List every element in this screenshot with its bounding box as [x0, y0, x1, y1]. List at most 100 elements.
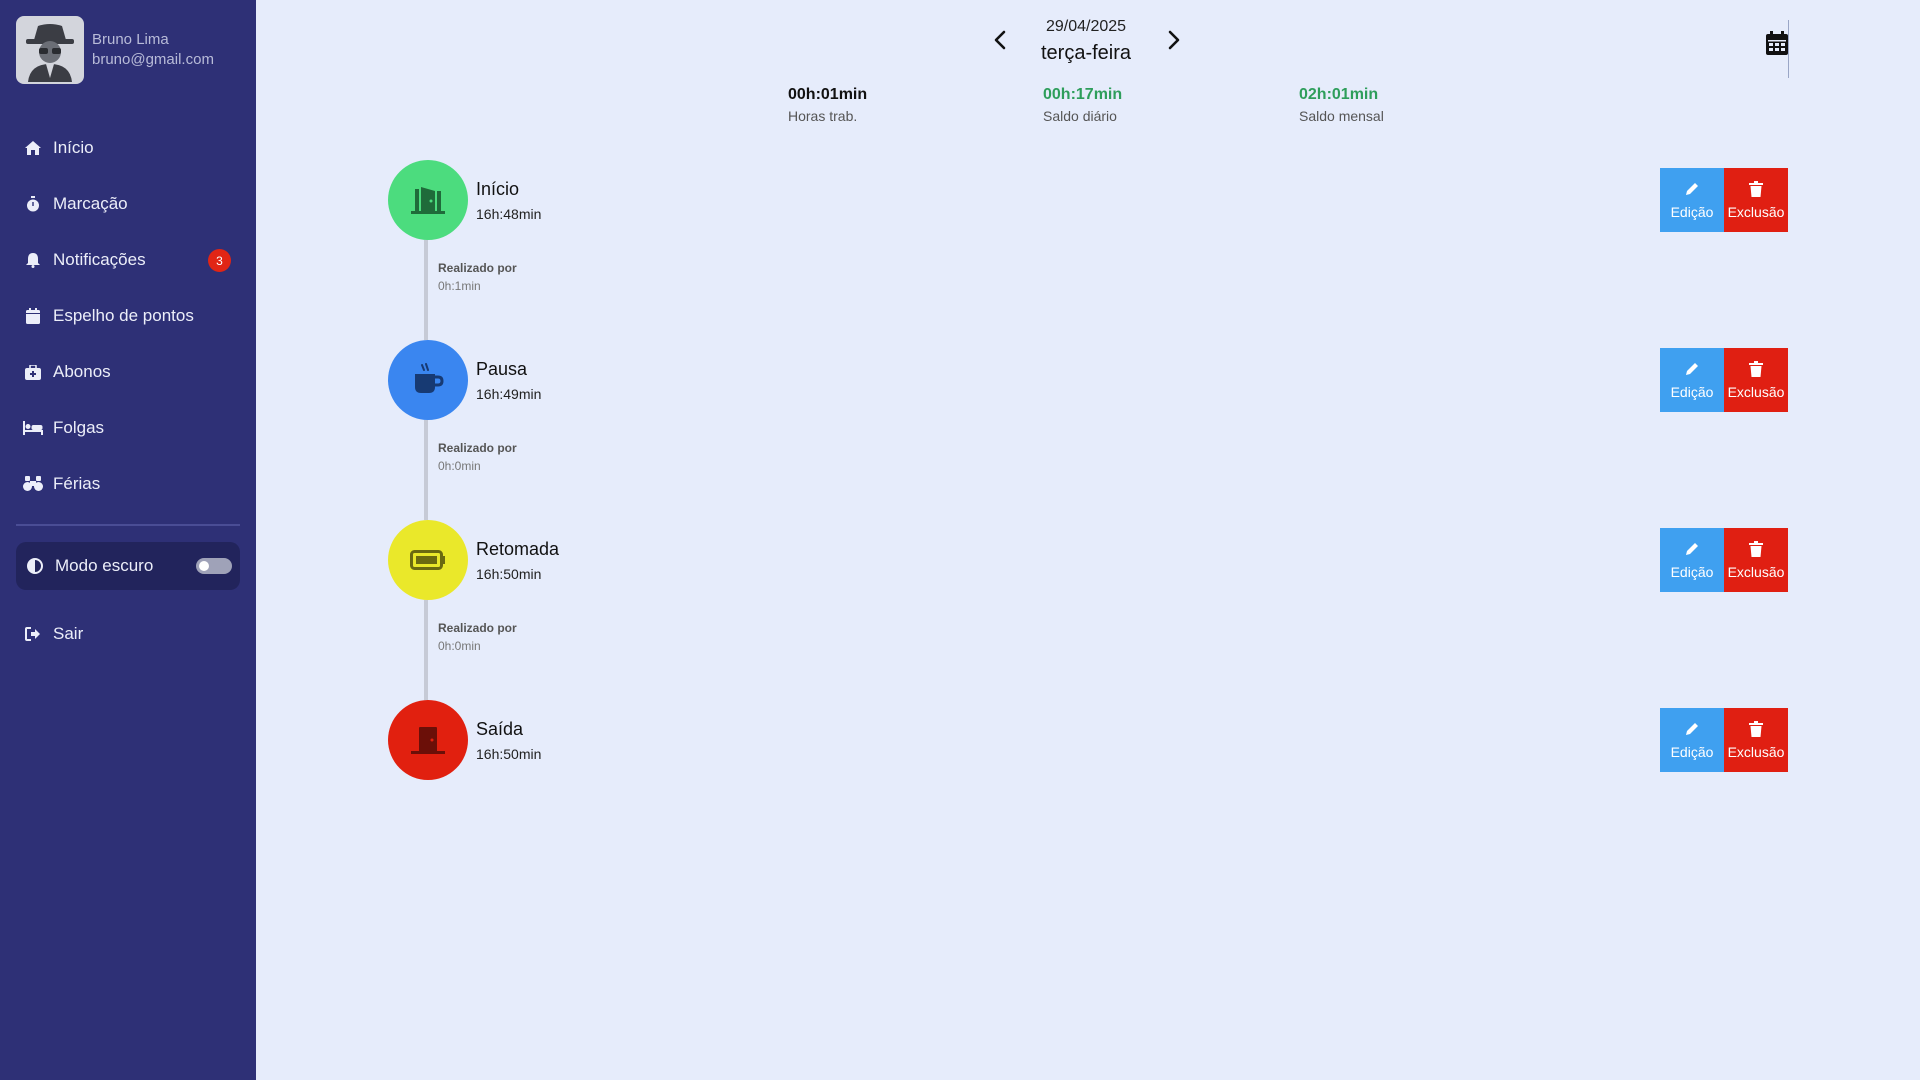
coffee-icon — [415, 363, 444, 393]
stat-value: 00h:17min — [1043, 86, 1123, 103]
stat-horas-trabalhadas: 00h:01min Horas trab. — [788, 86, 867, 124]
event-title: Pausa — [476, 359, 528, 379]
delete-button[interactable]: Exclusão — [1724, 348, 1788, 412]
contrast-icon — [25, 556, 45, 576]
stat-value: 00h:01min — [788, 86, 868, 103]
delete-button[interactable]: Exclusão — [1724, 708, 1788, 772]
delete-label: Exclusão — [1727, 744, 1785, 760]
logout-label: Sair — [53, 624, 84, 643]
trash-icon — [1747, 540, 1765, 558]
interval-duration: 0h:1min — [438, 279, 481, 293]
edit-button[interactable]: Edição — [1660, 348, 1724, 412]
event-circle — [388, 340, 468, 420]
interval-label: Realizado por — [438, 261, 517, 275]
sidebar-divider — [16, 524, 240, 526]
dark-mode-toggle-row[interactable]: Modo escuro — [16, 542, 240, 590]
logout-button[interactable]: Sair — [0, 606, 83, 662]
user-profile: Bruno Lima bruno@gmail.com — [16, 16, 214, 84]
interval-info: Realizado por 0h:1min — [438, 261, 517, 293]
pencil-icon — [1683, 360, 1701, 378]
calendar-icon — [23, 306, 43, 326]
stopwatch-icon — [23, 194, 43, 214]
event-circle — [388, 520, 468, 600]
stat-saldo-diario: 00h:17min Saldo diário — [1043, 86, 1122, 124]
door-open-icon — [411, 187, 445, 214]
sidebar: Bruno Lima bruno@gmail.com Início Marcaç… — [0, 0, 256, 1080]
event-title: Saída — [476, 719, 524, 739]
timeline-connector — [424, 600, 428, 700]
avatar — [16, 16, 84, 84]
event-title: Retomada — [476, 539, 560, 559]
timeline-event-retomada: Retomada 16h:50min Edição Exclusão — [388, 520, 1788, 600]
notification-badge: 3 — [208, 249, 231, 272]
timeline-event-pausa: Pausa 16h:49min Edição Exclusão — [388, 340, 1788, 420]
delete-label: Exclusão — [1727, 564, 1785, 580]
interval-duration: 0h:0min — [438, 459, 481, 473]
nav-item-inicio[interactable]: Início — [0, 120, 256, 176]
edit-button[interactable]: Edição — [1660, 528, 1724, 592]
edit-label: Edição — [1670, 204, 1714, 220]
nav-item-label: Marcação — [53, 194, 128, 213]
pencil-icon — [1683, 720, 1701, 738]
event-time: 16h:49min — [476, 386, 542, 402]
trash-icon — [1747, 360, 1765, 378]
delete-button[interactable]: Exclusão — [1724, 528, 1788, 592]
trash-icon — [1747, 180, 1765, 198]
bed-icon — [23, 418, 43, 438]
user-name: Bruno Lima — [92, 31, 169, 48]
edit-button[interactable]: Edição — [1660, 708, 1724, 772]
event-time: 16h:50min — [476, 566, 542, 582]
delete-button[interactable]: Exclusão — [1724, 168, 1788, 232]
timeline-event-saida: Saída 16h:50min Edição Exclusão — [388, 700, 1788, 780]
delete-label: Exclusão — [1727, 384, 1785, 400]
pencil-icon — [1683, 180, 1701, 198]
nav-item-label: Férias — [53, 474, 101, 493]
edit-label: Edição — [1670, 564, 1714, 580]
nav-item-abonos[interactable]: Abonos — [0, 344, 256, 400]
next-day-button[interactable] — [1160, 26, 1188, 54]
bell-icon — [23, 250, 43, 270]
user-email: bruno@gmail.com — [92, 51, 214, 68]
nav-item-label: Folgas — [53, 418, 105, 437]
stat-value: 02h:01min — [1299, 86, 1379, 103]
sign-out-icon — [23, 624, 43, 644]
nav-item-espelho-de-pontos[interactable]: Espelho de pontos — [0, 288, 256, 344]
dark-mode-label: Modo escuro — [55, 556, 154, 575]
pencil-icon — [1683, 540, 1701, 558]
event-title: Início — [476, 179, 520, 199]
interval-label: Realizado por — [438, 441, 517, 455]
current-weekday: terça-feira — [1040, 42, 1132, 64]
event-circle — [388, 160, 468, 240]
prev-day-button[interactable] — [986, 26, 1014, 54]
door-closed-icon — [411, 727, 445, 754]
nav-item-marcacao[interactable]: Marcação — [0, 176, 256, 232]
nav-item-ferias[interactable]: Férias — [0, 456, 256, 512]
interval-duration: 0h:0min — [438, 639, 481, 653]
stat-label: Horas trab. — [788, 108, 858, 124]
calendar-picker-button[interactable] — [1763, 28, 1791, 58]
binoculars-icon — [23, 474, 43, 494]
dark-mode-switch[interactable] — [196, 558, 232, 574]
chevron-left-icon — [994, 30, 1006, 50]
stat-label: Saldo mensal — [1299, 108, 1384, 124]
nav-item-folgas[interactable]: Folgas — [0, 400, 256, 456]
edit-button[interactable]: Edição — [1660, 168, 1724, 232]
current-date: 29/04/2025 — [1045, 18, 1127, 35]
date-navigator: 29/04/2025 terça-feira — [986, 16, 1186, 68]
nav-item-label: Início — [53, 138, 94, 157]
incognito-avatar-icon — [26, 24, 74, 82]
interval-info: Realizado por 0h:0min — [438, 621, 517, 653]
event-circle — [388, 700, 468, 780]
home-icon — [23, 138, 43, 158]
battery-icon — [410, 550, 445, 570]
stat-label: Saldo diário — [1043, 108, 1117, 124]
interval-label: Realizado por — [438, 621, 517, 635]
trash-icon — [1747, 720, 1765, 738]
timeline-connector — [424, 240, 428, 340]
delete-label: Exclusão — [1727, 204, 1785, 220]
calendar-icon — [1766, 31, 1788, 55]
edit-label: Edição — [1670, 744, 1714, 760]
event-time: 16h:50min — [476, 746, 542, 762]
nav-item-notificacoes[interactable]: Notificações 3 — [0, 232, 256, 288]
medkit-icon — [23, 362, 43, 382]
